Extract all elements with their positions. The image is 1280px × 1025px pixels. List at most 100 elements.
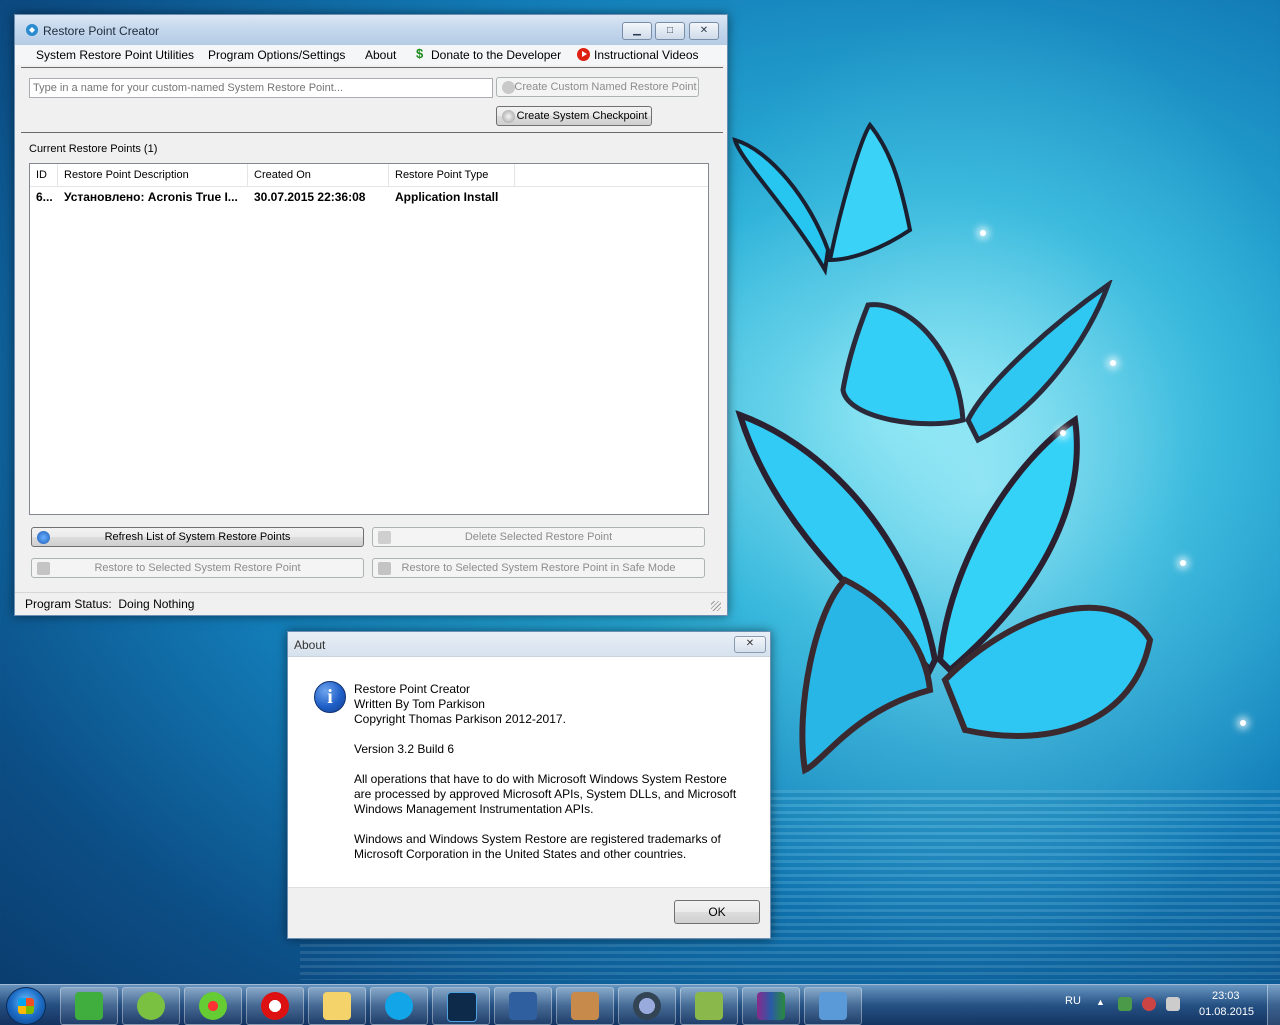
taskbar-item-restore-point-creator[interactable] <box>804 987 862 1025</box>
taskbar-item-explorer[interactable] <box>308 987 366 1025</box>
row-id: 6... <box>36 190 53 204</box>
column-header-id[interactable]: ID <box>30 164 58 186</box>
trash-icon <box>378 531 391 544</box>
taskbar-item-search[interactable] <box>618 987 676 1025</box>
sparkle-decoration <box>980 230 986 236</box>
about-title-bar[interactable]: About ✕ <box>288 632 770 657</box>
about-author: Written By Tom Parkison <box>354 697 485 711</box>
winrar-icon <box>757 992 785 1020</box>
skype-icon <box>385 992 413 1020</box>
restore-points-list[interactable]: ID Restore Point Description Created On … <box>29 163 709 515</box>
utorrent-icon <box>137 992 165 1020</box>
create-icon <box>502 81 515 94</box>
menu-system-restore-point-utilities[interactable]: System Restore Point Utilities <box>36 48 194 62</box>
create-custom-restore-point-button[interactable]: Create Custom Named Restore Point <box>496 77 699 97</box>
about-operations-line-1: All operations that have to do with Micr… <box>354 772 727 786</box>
taskbar-item-restore[interactable] <box>556 987 614 1025</box>
volume-tray-icon[interactable] <box>1166 997 1180 1011</box>
about-operations-line-2: are processed by approved Microsoft APIs… <box>354 787 737 801</box>
butterfly-small-decoration <box>732 121 913 276</box>
icq-icon <box>199 992 227 1020</box>
restore-point-name-input[interactable] <box>29 78 493 98</box>
sparkle-decoration <box>1110 360 1116 366</box>
restore-safe-mode-button[interactable]: Restore to Selected System Restore Point… <box>372 558 705 578</box>
taskbar: RU ▲ 23:03 01.08.2015 <box>0 984 1280 1025</box>
refresh-icon <box>37 531 50 544</box>
about-dialog: About ✕ i Restore Point Creator Written … <box>287 631 771 939</box>
restore-point-creator-icon <box>819 992 847 1020</box>
column-header-created-on[interactable]: Created On <box>248 164 389 186</box>
about-app-name: Restore Point Creator <box>354 682 471 696</box>
photoshop-icon <box>447 992 477 1022</box>
checkpoint-icon <box>502 110 515 123</box>
about-version: Version 3.2 Build 6 <box>354 742 455 756</box>
delete-restore-point-button[interactable]: Delete Selected Restore Point <box>372 527 705 547</box>
language-indicator[interactable]: RU <box>1065 995 1081 1007</box>
resize-grip[interactable] <box>711 601 721 611</box>
restore-point-creator-window: Restore Point Creator ▁ □ ✕ System Resto… <box>14 14 728 616</box>
opera-icon <box>261 992 289 1020</box>
clock-time[interactable]: 23:03 <box>1212 990 1240 1002</box>
folder-icon <box>323 992 351 1020</box>
menu-bar: System Restore Point Utilities Program O… <box>15 45 727 65</box>
taskbar-item-icq[interactable] <box>184 987 242 1025</box>
tray-expand-icon[interactable]: ▲ <box>1096 997 1105 1007</box>
refresh-restore-points-button[interactable]: Refresh List of System Restore Points <box>31 527 364 547</box>
table-row[interactable]: 6... Установлено: Acronis True I... 30.0… <box>30 188 708 206</box>
taskbar-item-photoshop[interactable] <box>432 987 490 1025</box>
virtualbox-icon <box>509 992 537 1020</box>
show-desktop-button[interactable] <box>1267 985 1280 1025</box>
security-tray-icon[interactable] <box>1142 997 1156 1011</box>
list-header: ID Restore Point Description Created On … <box>30 164 708 187</box>
taskbar-item-opera[interactable] <box>246 987 304 1025</box>
sparkle-decoration <box>1180 560 1186 566</box>
restore-icon <box>37 562 50 575</box>
sparkle-decoration <box>1240 720 1246 726</box>
taskbar-item-tools[interactable] <box>680 987 738 1025</box>
app-icon <box>26 24 38 36</box>
status-bar: Program Status: Doing Nothing <box>15 592 727 615</box>
about-trademark-line-2: Microsoft Corporation in the United Stat… <box>354 847 687 861</box>
menu-about[interactable]: About <box>365 48 396 62</box>
mydefrag-icon <box>75 992 103 1020</box>
status-value: Doing Nothing <box>118 597 195 611</box>
column-header-type[interactable]: Restore Point Type <box>389 164 515 186</box>
taskbar-item-winrar[interactable] <box>742 987 800 1025</box>
taskbar-item-mydefrag[interactable] <box>60 987 118 1025</box>
sparkle-decoration <box>1060 430 1066 436</box>
ok-button[interactable]: OK <box>674 900 760 924</box>
title-bar[interactable]: Restore Point Creator ▁ □ ✕ <box>15 15 727 45</box>
about-operations-line-3: Windows Management Instrumentation APIs. <box>354 802 594 816</box>
separator <box>21 132 723 133</box>
close-button[interactable]: ✕ <box>689 22 719 40</box>
row-created-on: 30.07.2015 22:36:08 <box>254 190 366 204</box>
dollar-icon: $ <box>416 46 424 61</box>
minimize-button[interactable]: ▁ <box>622 22 652 40</box>
menu-donate[interactable]: Donate to the Developer <box>431 48 561 62</box>
maximize-button[interactable]: □ <box>655 22 685 40</box>
taskbar-item-virtualbox[interactable] <box>494 987 552 1025</box>
current-restore-points-label: Current Restore Points (1) <box>29 143 158 155</box>
about-footer: OK <box>288 887 770 938</box>
network-tray-icon[interactable] <box>1118 997 1132 1011</box>
about-close-button[interactable]: ✕ <box>734 636 766 653</box>
menu-program-options[interactable]: Program Options/Settings <box>208 48 345 62</box>
safe-mode-icon <box>378 562 391 575</box>
clock-date[interactable]: 01.08.2015 <box>1199 1006 1254 1018</box>
separator <box>21 67 723 68</box>
create-system-checkpoint-button[interactable]: Create System Checkpoint <box>496 106 652 126</box>
about-copyright: Copyright Thomas Parkison 2012-2017. <box>354 712 566 726</box>
restore-selected-button[interactable]: Restore to Selected System Restore Point <box>31 558 364 578</box>
taskbar-item-utorrent[interactable] <box>122 987 180 1025</box>
search-icon <box>633 992 661 1020</box>
column-header-description[interactable]: Restore Point Description <box>58 164 248 186</box>
taskbar-item-skype[interactable] <box>370 987 428 1025</box>
butterfly-large-decoration <box>735 410 1154 775</box>
about-trademark-line-1: Windows and Windows System Restore are r… <box>354 832 721 846</box>
menu-instructional-videos[interactable]: Instructional Videos <box>594 48 699 62</box>
status-label: Program Status: Doing Nothing <box>25 597 195 611</box>
video-play-icon <box>577 48 590 61</box>
start-button[interactable] <box>6 987 46 1025</box>
tools-icon <box>695 992 723 1020</box>
restore-icon <box>571 992 599 1020</box>
